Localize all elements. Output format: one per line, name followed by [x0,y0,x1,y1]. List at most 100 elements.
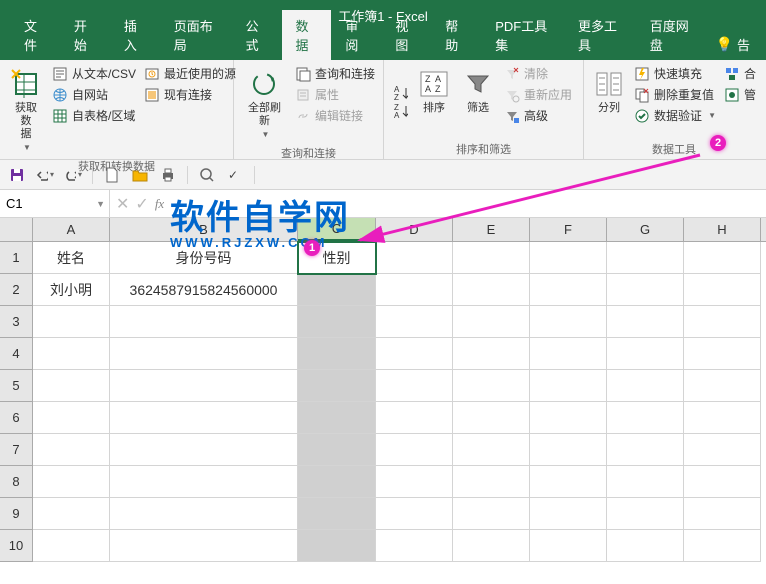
cell-b6[interactable] [110,402,298,434]
row-header-3[interactable]: 3 [0,306,33,338]
text-to-columns-button[interactable]: 分列 [590,64,628,139]
cell-c8[interactable] [298,466,376,498]
row-header-7[interactable]: 7 [0,434,33,466]
cell-c6[interactable] [298,402,376,434]
cell-h8[interactable] [684,466,761,498]
cell-f6[interactable] [530,402,607,434]
tell-me-search[interactable]: 💡 告 [708,29,758,60]
cell-g2[interactable] [607,274,684,306]
tab-pagelayout[interactable]: 页面布局 [160,10,232,60]
cell-g5[interactable] [607,370,684,402]
cell-c5[interactable] [298,370,376,402]
cell-a10[interactable] [33,530,110,562]
namebox-dropdown-icon[interactable]: ▼ [96,199,105,209]
cell-a6[interactable] [33,402,110,434]
cell-c2[interactable] [298,274,376,306]
cell-g10[interactable] [607,530,684,562]
cell-e8[interactable] [453,466,530,498]
queries-connections-button[interactable]: 查询和连接 [293,64,377,83]
cell-d2[interactable] [376,274,453,306]
row-header-9[interactable]: 9 [0,498,33,530]
cell-b9[interactable] [110,498,298,530]
cell-c3[interactable] [298,306,376,338]
cell-d5[interactable] [376,370,453,402]
undo-button[interactable]: ▾ [36,166,54,184]
cell-g9[interactable] [607,498,684,530]
tab-moretools[interactable]: 更多工具 [564,10,636,60]
cell-b8[interactable] [110,466,298,498]
cell-c9[interactable] [298,498,376,530]
flash-fill-button[interactable]: 快速填充 [632,64,718,83]
fx-icon[interactable]: fx [155,196,164,212]
remove-duplicates-button[interactable]: 删除重复值 [632,85,718,104]
cell-b1[interactable]: 身份号码 [110,242,298,274]
manage-button[interactable]: 管 [722,85,758,104]
tab-data[interactable]: 数据 [282,10,332,60]
tab-view[interactable]: 视图 [381,10,431,60]
new-file-button[interactable] [103,166,121,184]
cell-h9[interactable] [684,498,761,530]
recent-sources-button[interactable]: 最近使用的源 [142,64,238,83]
cell-h7[interactable] [684,434,761,466]
row-header-8[interactable]: 8 [0,466,33,498]
print-preview-button[interactable] [198,166,216,184]
row-header-1[interactable]: 1 [0,242,33,274]
cell-a8[interactable] [33,466,110,498]
cell-a2[interactable]: 刘小明 [33,274,110,306]
tab-formulas[interactable]: 公式 [232,10,282,60]
get-data-button[interactable]: 获取数 据 ▼ [6,64,46,156]
cell-b2[interactable]: 3624587915824560000 [110,274,298,306]
cell-b10[interactable] [110,530,298,562]
row-header-6[interactable]: 6 [0,402,33,434]
cell-a3[interactable] [33,306,110,338]
cancel-icon[interactable]: ✕ [116,194,129,214]
name-box[interactable]: C1 ▼ [0,190,110,217]
quick-print-button[interactable] [159,166,177,184]
tab-file[interactable]: 文件 [10,10,60,60]
spellcheck-button[interactable]: ✓ [226,166,244,184]
tab-home[interactable]: 开始 [60,10,110,60]
open-file-button[interactable] [131,166,149,184]
cell-f5[interactable] [530,370,607,402]
row-header-2[interactable]: 2 [0,274,33,306]
from-text-csv-button[interactable]: 从文本/CSV [50,64,138,83]
cell-h4[interactable] [684,338,761,370]
cell-h10[interactable] [684,530,761,562]
col-header-b[interactable]: B [110,218,298,241]
cell-e7[interactable] [453,434,530,466]
cell-b7[interactable] [110,434,298,466]
cell-h6[interactable] [684,402,761,434]
cell-c7[interactable] [298,434,376,466]
cell-a1[interactable]: 姓名 [33,242,110,274]
tab-help[interactable]: 帮助 [431,10,481,60]
cell-e5[interactable] [453,370,530,402]
redo-button[interactable]: ▾ [64,166,82,184]
cell-a4[interactable] [33,338,110,370]
cell-f9[interactable] [530,498,607,530]
cell-d3[interactable] [376,306,453,338]
advanced-filter-button[interactable]: 高级 [502,106,574,125]
cell-e3[interactable] [453,306,530,338]
cell-e10[interactable] [453,530,530,562]
cell-g7[interactable] [607,434,684,466]
row-header-4[interactable]: 4 [0,338,33,370]
data-validation-button[interactable]: 数据验证▼ [632,106,718,125]
filter-button[interactable]: 筛选 [458,64,498,139]
row-header-5[interactable]: 5 [0,370,33,402]
confirm-icon[interactable]: ✓ [135,194,148,214]
save-button[interactable] [8,166,26,184]
cell-d4[interactable] [376,338,453,370]
cell-f10[interactable] [530,530,607,562]
cell-d9[interactable] [376,498,453,530]
col-header-a[interactable]: A [33,218,110,241]
from-table-button[interactable]: 自表格/区域 [50,106,138,125]
cell-h3[interactable] [684,306,761,338]
select-all-corner[interactable] [0,218,33,241]
sort-button[interactable]: ZAAZ 排序 [414,64,454,139]
cell-h5[interactable] [684,370,761,402]
cell-g3[interactable] [607,306,684,338]
existing-connections-button[interactable]: 现有连接 [142,85,238,104]
cell-d7[interactable] [376,434,453,466]
cell-a5[interactable] [33,370,110,402]
cell-f8[interactable] [530,466,607,498]
